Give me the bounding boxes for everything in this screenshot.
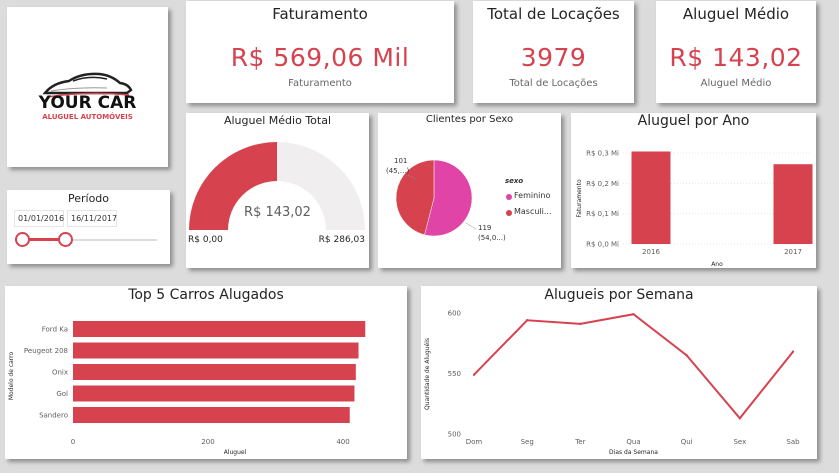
brand-name: YOUR CAR	[38, 93, 137, 113]
y-axis-label: Modelo de carro	[8, 352, 15, 401]
kpi-faturamento: Faturamento R$ 569,06 Mil Faturamento	[186, 1, 454, 103]
x-tick-label: Qui	[681, 438, 693, 446]
gauge-max-label: R$ 286,03	[318, 235, 365, 245]
bar-peugeot-208[interactable]	[73, 342, 359, 359]
y-tick-label: Peugeot 208	[24, 347, 68, 355]
y-tick-label: 500	[448, 431, 461, 439]
x-tick-label: 2016	[642, 248, 660, 256]
line-point-seg[interactable]	[525, 319, 529, 322]
kpi-label: Faturamento	[288, 78, 352, 89]
y-tick-label: R$ 0,1 Mi	[586, 210, 619, 218]
gauge-card: Aluguel Médio Total R$ 143,02 R$ 0,00 R$…	[186, 113, 369, 268]
logo-card: YOUR CAR ALUGUEL AUTOMÓVEIS	[7, 7, 168, 167]
brand-tagline: ALUGUEL AUTOMÓVEIS	[42, 113, 133, 121]
pie-label-female-pct: (54,0...)	[478, 234, 506, 242]
x-tick-label: Dom	[466, 438, 483, 446]
kpi-value: R$ 569,06 Mil	[230, 43, 410, 72]
y-tick-label: Sandero	[39, 412, 68, 420]
pie-legend-female[interactable]: Feminino	[514, 191, 550, 200]
bar-ford-ka[interactable]	[73, 321, 366, 337]
y-tick-label: R$ 0,2 Mi	[586, 180, 619, 188]
y-tick-label: Ford Ka	[42, 326, 68, 334]
line-point-qui[interactable]	[685, 354, 688, 357]
year-chart-card: Aluguel por Ano R$ 0,0 Mi R$ 0,1 Mi R$ 0,2…	[571, 113, 816, 268]
x-tick-label: Sex	[733, 438, 746, 446]
top-cars-bar-chart: Ford Ka Peugeot 208 Onix Gol Sandero 0 200 400 A…	[8, 321, 366, 456]
x-axis-label: Aluguel	[224, 449, 247, 456]
bar-2017[interactable]	[773, 164, 813, 244]
line-point-dom[interactable]	[472, 373, 476, 376]
period-slicer: Período 01/01/2016 16/11/2017	[7, 190, 170, 264]
car-logo-icon	[42, 72, 133, 98]
kpi-title: Faturamento	[272, 5, 368, 23]
line-point-ter[interactable]	[579, 322, 582, 326]
kpi-label: Total de Locações	[509, 78, 598, 89]
y-tick-label: R$ 0,0 Mi	[586, 241, 619, 249]
weekly-line-chart: 500 550 600 Dom Seg Ter Qua Qui Sex Sab Dias da Se…	[424, 310, 800, 457]
pie-legend-male[interactable]: Masculi...	[514, 207, 552, 216]
kpi-title: Total de Locações	[487, 5, 620, 23]
y-axis-label: Quantidade de Aluguéis	[424, 338, 431, 410]
bar-sandero[interactable]	[73, 407, 350, 423]
weekly-card: Alugueis por Semana 500 550 600 Dom Seg Ter Qu…	[421, 286, 817, 459]
y-axis-label: Faturamento	[576, 179, 583, 218]
pie-label-male-count: 101	[394, 157, 408, 165]
legend-dot-male	[506, 210, 512, 216]
pie-legend-title: sexo	[505, 177, 524, 185]
gauge-value-label: R$ 143,02	[244, 205, 311, 220]
line-point-qua[interactable]	[632, 313, 635, 316]
slicer-title: Período	[67, 192, 110, 205]
y-tick-label: Onix	[52, 369, 68, 377]
line-point-sex[interactable]	[738, 417, 742, 420]
pie-leader-line	[465, 222, 477, 230]
x-tick-label: 2017	[784, 248, 802, 256]
bar-onix[interactable]	[73, 364, 356, 380]
pie-label-female-count: 119	[478, 224, 492, 232]
slider-handle-end[interactable]	[58, 232, 73, 247]
start-date-input[interactable]: 01/01/2016	[14, 210, 64, 227]
top-cars-card: Top 5 Carros Alugados Ford Ka Peugeot 208…	[5, 286, 407, 459]
y-tick-label: 550	[448, 370, 461, 378]
kpi-value: 3979	[520, 43, 587, 72]
line-point-sab[interactable]	[791, 350, 795, 353]
x-tick-label: Ter	[574, 438, 585, 446]
x-tick-label: Sab	[786, 438, 800, 446]
kpi-locacoes: Total de Locações 3979 Total de Locações	[473, 1, 634, 103]
year-bar-chart: R$ 0,0 Mi R$ 0,1 Mi R$ 0,2 Mi R$ 0,3 Mi 2016…	[576, 150, 813, 268]
pie-label-male-pct: (45,...)	[386, 167, 410, 175]
slider-handle-start[interactable]	[15, 232, 30, 247]
x-tick-label: 200	[201, 438, 214, 446]
y-tick-label: Gol	[56, 390, 68, 398]
pie-card: Clientes por Sexo 101 (45,...) 119 (54,0…	[378, 113, 561, 268]
gauge-min-label: R$ 0,00	[188, 235, 223, 245]
x-tick-label: 400	[336, 438, 349, 446]
y-tick-label: 600	[448, 310, 461, 318]
kpi-aluguel-medio: Aluguel Médio R$ 143,02 Aluguel Médio	[656, 1, 816, 103]
legend-dot-female	[506, 194, 512, 200]
x-tick-label: Qua	[626, 438, 640, 446]
kpi-label: Aluguel Médio	[700, 78, 772, 89]
bar-gol[interactable]	[73, 385, 355, 402]
x-axis-label: Ano	[711, 261, 723, 268]
x-axis-label: Dias da Semana	[609, 449, 658, 456]
kpi-title: Aluguel Médio	[682, 5, 790, 23]
x-tick-label: 0	[71, 438, 75, 446]
y-tick-label: R$ 0,3 Mi	[586, 150, 619, 158]
bar-2016[interactable]	[631, 151, 671, 244]
line-series[interactable]	[473, 313, 794, 420]
x-tick-label: Seg	[521, 438, 534, 446]
end-date-input[interactable]: 16/11/2017	[67, 210, 117, 227]
kpi-value: R$ 143,02	[669, 43, 803, 72]
